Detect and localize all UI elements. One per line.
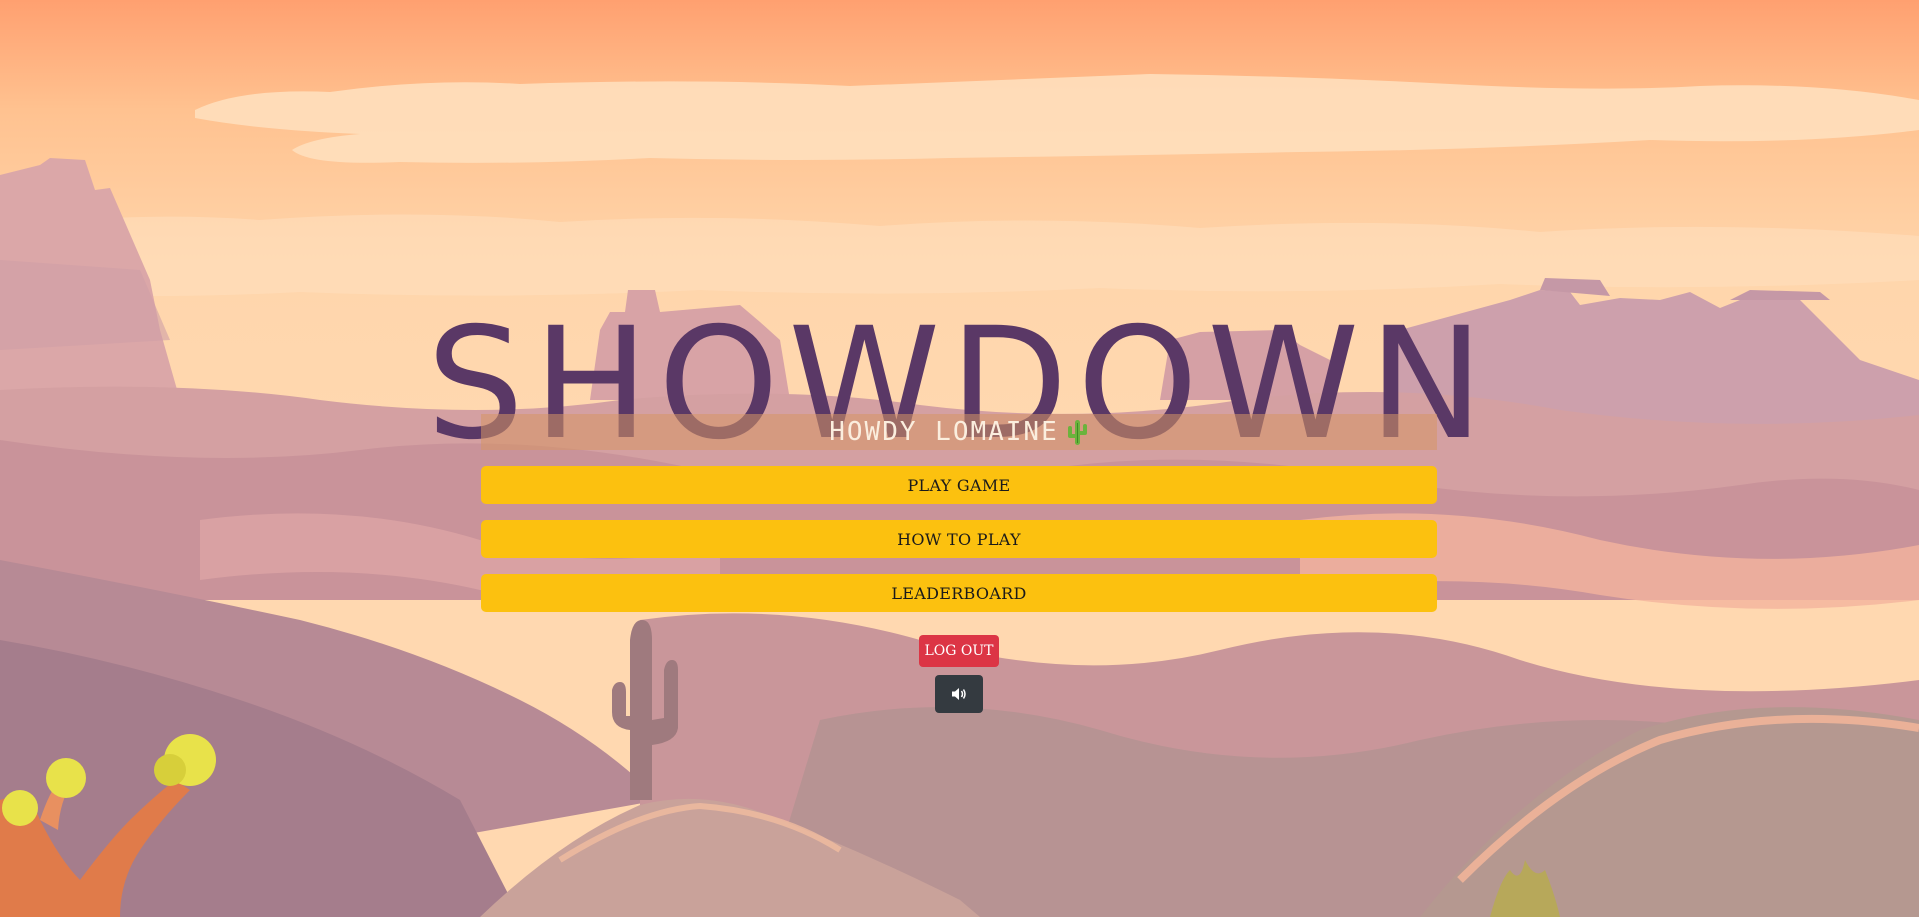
greeting-banner: HOWDY LOMAINE: [481, 414, 1437, 450]
main-menu: HOWDY LOMAINE PLAY GAME HOW TO PLAY LEAD…: [481, 414, 1437, 612]
speaker-icon: [952, 688, 966, 700]
cactus-icon: [1067, 420, 1087, 445]
how-to-play-button[interactable]: HOW TO PLAY: [481, 520, 1437, 558]
greeting-text: HOWDY LOMAINE: [829, 417, 1059, 447]
log-out-button[interactable]: LOG OUT: [919, 635, 999, 667]
play-game-button[interactable]: PLAY GAME: [481, 466, 1437, 504]
leaderboard-button[interactable]: LEADERBOARD: [481, 574, 1437, 612]
game-menu-screen: SHOWDOWN HOWDY LOMAINE PLAY GAME HOW TO …: [0, 0, 1919, 917]
sound-toggle-button[interactable]: [935, 675, 983, 713]
